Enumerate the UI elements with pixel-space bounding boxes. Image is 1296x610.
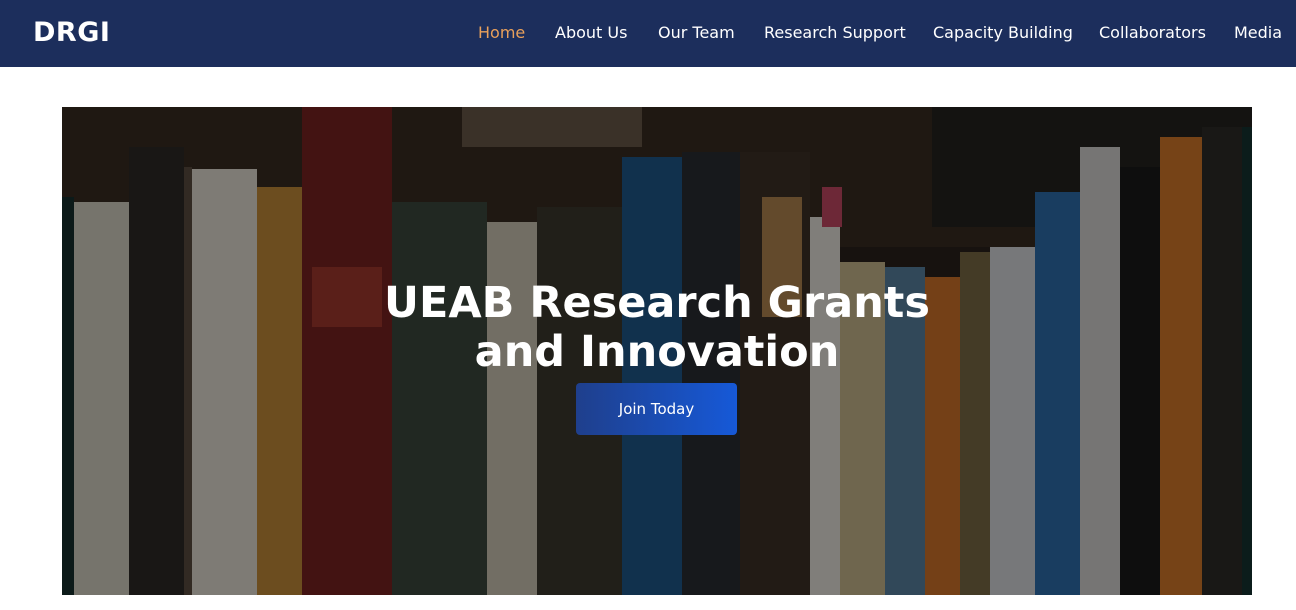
hero-title-line-1: UEAB Research Grants	[384, 278, 930, 328]
nav-capacity-building[interactable]: Capacity Building	[933, 23, 1073, 42]
hero-title: UEAB Research Grants and Innovation	[62, 279, 1252, 377]
hero-banner: UEAB Research Grants and Innovation Join…	[62, 107, 1252, 595]
nav-home[interactable]: Home	[478, 23, 525, 42]
top-navbar: DRGI Home About Us Our Team Research Sup…	[0, 0, 1296, 67]
nav-research-support[interactable]: Research Support	[764, 23, 906, 42]
hero-title-line-2: and Innovation	[474, 327, 840, 377]
nav-about-us[interactable]: About Us	[555, 23, 627, 42]
nav-media[interactable]: Media	[1234, 23, 1282, 42]
join-today-button[interactable]: Join Today	[576, 383, 737, 435]
main-nav: Home About Us Our Team Research Support …	[0, 0, 1296, 67]
nav-collaborators[interactable]: Collaborators	[1099, 23, 1206, 42]
nav-our-team[interactable]: Our Team	[658, 23, 735, 42]
